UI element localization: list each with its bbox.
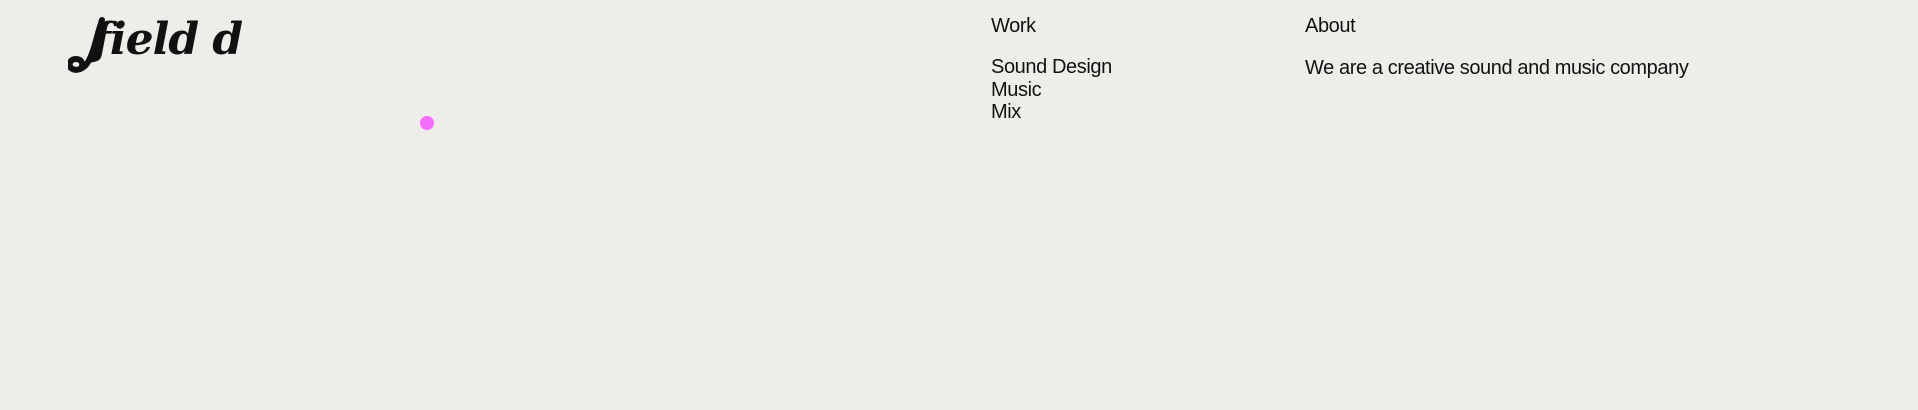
logo-wordmark: field day — [68, 14, 242, 73]
logo-text: field day — [89, 14, 242, 65]
about-nav-column: About We are a creative sound and music … — [1305, 14, 1689, 80]
about-description: We are a creative sound and music compan… — [1305, 57, 1689, 79]
work-item-music[interactable]: Music — [991, 79, 1112, 102]
cursor-dot — [420, 116, 434, 130]
work-item-sound-design[interactable]: Sound Design — [991, 56, 1112, 79]
nav-about-link[interactable]: About — [1305, 14, 1688, 38]
work-nav-column: Work Sound Design Music Mix — [991, 14, 1112, 124]
field-day-logo[interactable]: field day — [68, 14, 242, 76]
nav-work-link[interactable]: Work — [991, 14, 1112, 38]
work-list: Sound Design Music Mix — [991, 56, 1112, 124]
work-item-mix[interactable]: Mix — [991, 101, 1112, 124]
